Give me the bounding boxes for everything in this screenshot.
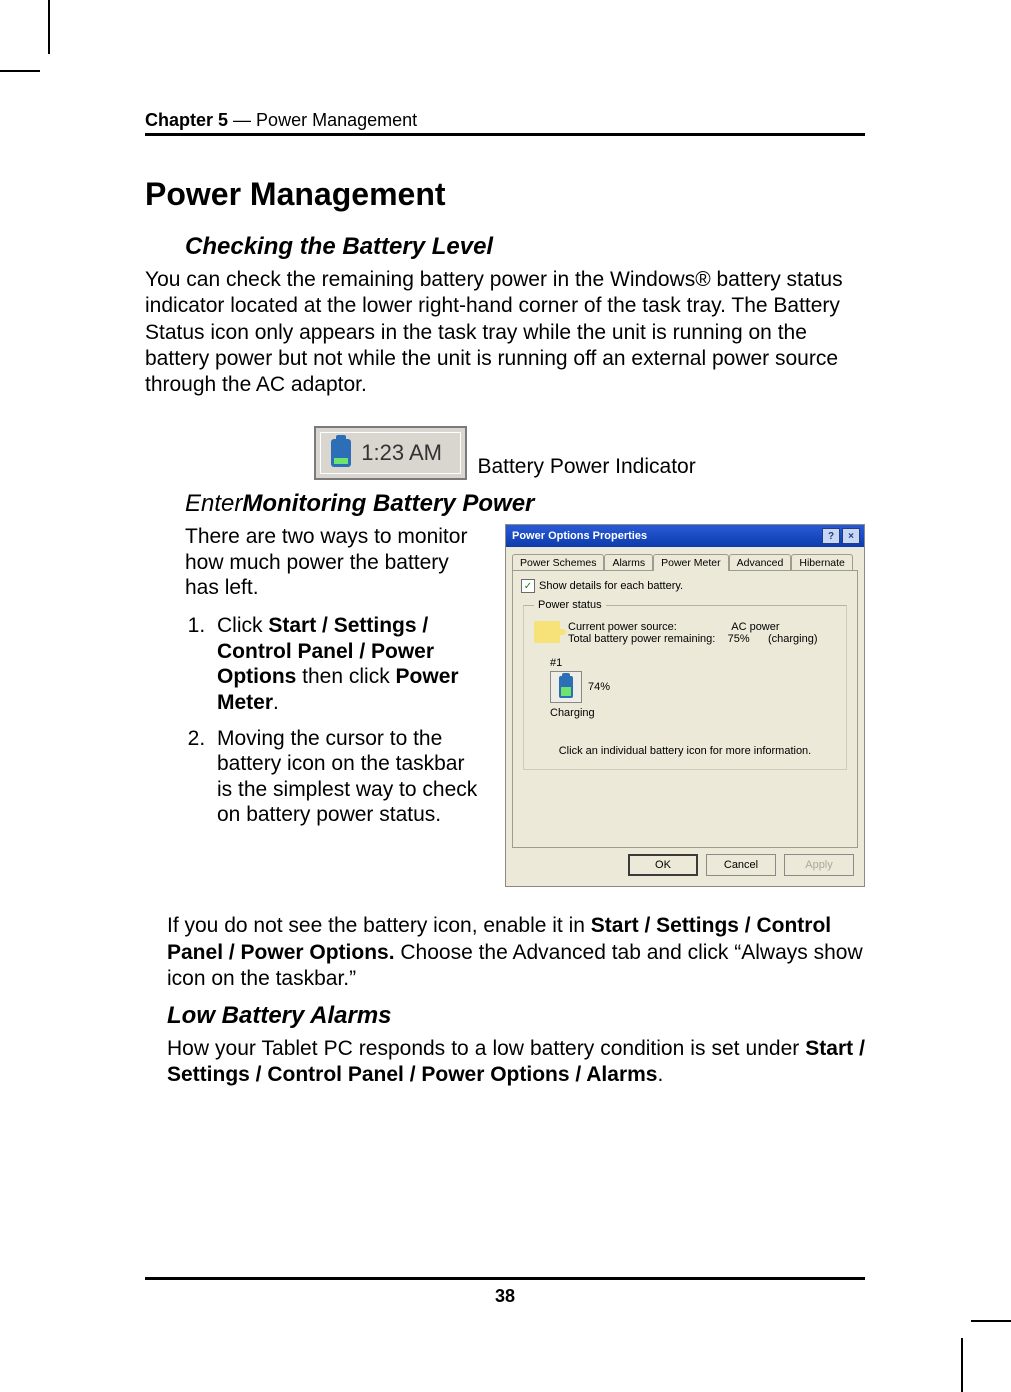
section-heading-monitoring: EnterMonitoring Battery Power	[185, 490, 865, 518]
ok-button[interactable]: OK	[628, 854, 698, 876]
tab-alarms[interactable]: Alarms	[604, 554, 653, 571]
tray-clock: 1:23 AM	[361, 440, 442, 466]
step-1: Click Start / Settings / Control Panel /…	[211, 613, 485, 715]
crop-mark	[48, 0, 50, 54]
running-header: Chapter 5 — Power Management	[145, 110, 865, 136]
heading-main: Monitoring Battery Power	[242, 490, 534, 517]
tab-power-schemes[interactable]: Power Schemes	[512, 554, 604, 571]
battery-tray-icon	[331, 439, 351, 467]
total-remaining-suffix: (charging)	[768, 633, 818, 645]
battery-1-status: Charging	[550, 707, 836, 719]
power-status-legend: Power status	[534, 599, 606, 611]
tab-advanced[interactable]: Advanced	[729, 554, 792, 571]
tray-caption: Battery Power Indicator	[477, 453, 695, 480]
after-dialog-paragraph: If you do not see the battery icon, enab…	[167, 913, 865, 992]
footer-rule	[145, 1277, 865, 1280]
tab-hibernate[interactable]: Hibernate	[791, 554, 853, 571]
close-button[interactable]: ×	[842, 528, 860, 544]
show-details-checkbox[interactable]: ✓ Show details for each battery.	[521, 579, 849, 593]
section-heading-low-battery: Low Battery Alarms	[167, 1002, 865, 1030]
battery-icon	[559, 676, 573, 698]
low-battery-paragraph: How your Tablet PC responds to a low bat…	[167, 1036, 865, 1089]
battery-hint: Click an individual battery icon for mor…	[524, 745, 846, 757]
page-title: Power Management	[145, 176, 865, 213]
crop-mark	[961, 1338, 963, 1392]
chapter-label: Chapter 5	[145, 110, 228, 130]
power-status-group: Power status Current power source: AC po…	[523, 599, 847, 770]
dialog-title: Power Options Properties	[512, 530, 647, 542]
help-button[interactable]: ?	[822, 528, 840, 544]
battery-number-label: #1	[550, 657, 836, 669]
step-2: Moving the cursor to the battery icon on…	[211, 726, 485, 828]
dialog-titlebar[interactable]: Power Options Properties ? ×	[506, 525, 864, 547]
crop-mark	[0, 70, 40, 72]
show-details-label: Show details for each battery.	[539, 580, 683, 592]
ac-plug-icon	[534, 621, 560, 643]
heading-prefix: Enter	[185, 490, 242, 517]
current-power-source-value: AC power	[731, 621, 779, 633]
total-remaining-label: Total battery power remaining:	[568, 633, 715, 645]
power-options-dialog: Power Options Properties ? × Power Schem…	[505, 524, 865, 887]
header-separator: —	[228, 110, 256, 130]
header-title: Power Management	[256, 110, 417, 130]
total-remaining-value: 75%	[728, 633, 750, 645]
battery-1-percent: 74%	[588, 681, 610, 693]
section1-body: You can check the remaining battery powe…	[145, 267, 865, 398]
taskbar-tray-graphic: 1:23 AM	[314, 426, 467, 480]
apply-button[interactable]: Apply	[784, 854, 854, 876]
checkbox-icon: ✓	[521, 579, 535, 593]
tab-panel-power-meter: ✓ Show details for each battery. Power s…	[512, 570, 858, 848]
section-heading-checking: Checking the Battery Level	[185, 233, 865, 261]
tab-power-meter[interactable]: Power Meter	[653, 554, 729, 571]
current-power-source-label: Current power source:	[568, 621, 677, 633]
battery-1-button[interactable]	[550, 671, 582, 703]
monitoring-intro: There are two ways to monitor how much p…	[185, 524, 485, 601]
dialog-tabs: Power Schemes Alarms Power Meter Advance…	[506, 547, 864, 570]
page-number: 38	[145, 1286, 865, 1307]
crop-mark	[971, 1320, 1011, 1322]
cancel-button[interactable]: Cancel	[706, 854, 776, 876]
